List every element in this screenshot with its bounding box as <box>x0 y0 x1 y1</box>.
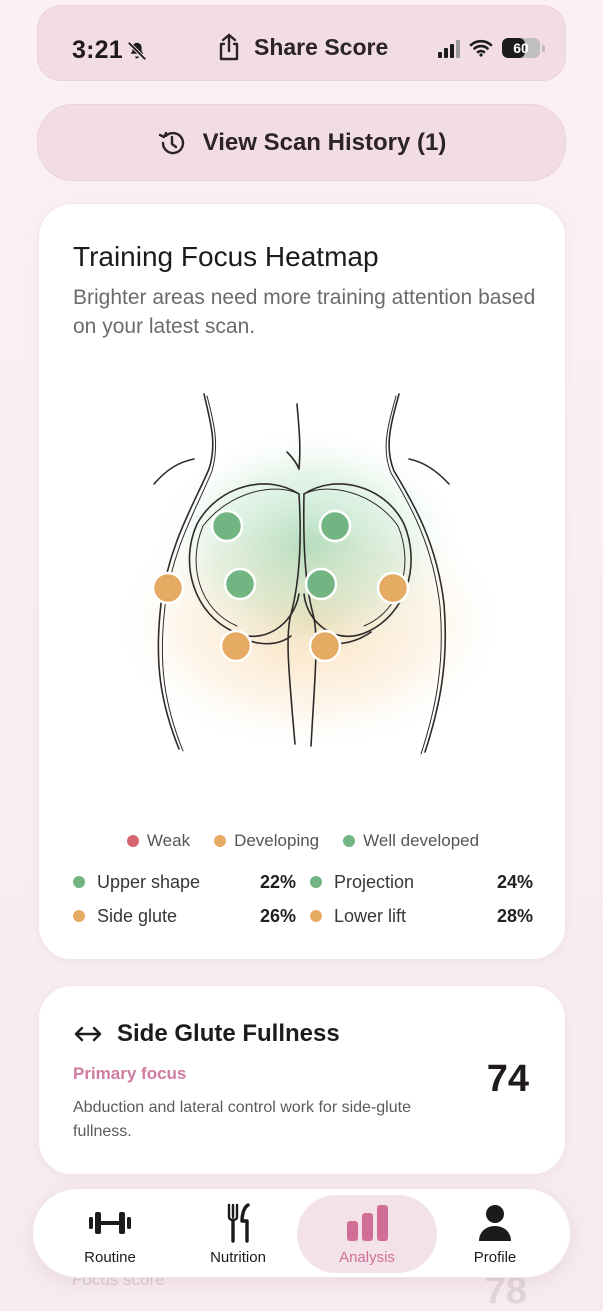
nav-label: Routine <box>84 1248 136 1266</box>
nav-label: Nutrition <box>210 1248 266 1266</box>
legend-label: Well developed <box>363 831 480 850</box>
heatmap-legend: Weak Developing Well developed <box>39 831 567 851</box>
heat-dot-lower-left <box>219 629 253 663</box>
share-icon <box>219 33 239 61</box>
stat-value: 28% <box>496 905 533 926</box>
heatmap-card: Training Focus Heatmap Brighter areas ne… <box>38 203 566 960</box>
dumbbell-icon <box>89 1211 131 1234</box>
clock: 3:21 <box>72 36 148 65</box>
share-score-label: Share Score <box>254 33 389 60</box>
stat-lower-lift: Lower lift 28% <box>310 906 533 926</box>
legend-dot <box>126 835 139 847</box>
stat-upper-shape: Upper shape 22% <box>73 872 296 892</box>
battery-icon: 60 <box>502 38 540 58</box>
nav-item-routine[interactable]: Routine <box>57 1195 163 1273</box>
bar-chart-icon <box>347 1204 388 1241</box>
focus-card-score: 74 <box>486 1058 529 1100</box>
stat-side-glute: Side glute 26% <box>73 906 296 926</box>
stat-name: Lower lift <box>334 905 407 926</box>
legend-dot <box>214 835 227 847</box>
person-icon <box>479 1204 511 1241</box>
focus-card-header: Side Glute Fullness <box>73 1020 340 1048</box>
focus-card-title: Side Glute Fullness <box>117 1020 340 1047</box>
area-stats: Upper shape 22% Projection 24% Side glut… <box>73 872 533 926</box>
heat-dot-side-left <box>151 571 185 605</box>
focus-card-side-glute[interactable]: Side Glute Fullness Primary focus Abduct… <box>38 985 566 1175</box>
wifi-icon <box>469 39 493 57</box>
heat-dot-upper-left <box>210 509 244 543</box>
heatmap-title: Training Focus Heatmap <box>73 241 379 272</box>
stat-dot <box>310 876 322 888</box>
nav-label: Profile <box>473 1248 517 1266</box>
top-bar: 3:21 Share Score 60 <box>37 5 566 81</box>
stat-name: Upper shape <box>97 871 201 892</box>
bottom-nav: Routine Nutrition Analysis Profile <box>32 1188 571 1278</box>
heat-dot-side-right <box>376 571 410 605</box>
heat-dot-lower-right <box>308 629 342 663</box>
stat-value: 24% <box>496 871 533 892</box>
stat-name: Projection <box>334 871 415 892</box>
nav-item-analysis[interactable]: Analysis <box>297 1195 437 1273</box>
heat-dot-projection-right <box>304 567 338 601</box>
nav-item-profile[interactable]: Profile <box>443 1195 547 1273</box>
stat-name: Side glute <box>97 905 178 926</box>
stat-value: 22% <box>259 871 296 892</box>
bell-muted-icon <box>127 40 147 61</box>
stat-dot <box>310 910 322 922</box>
heat-dot-upper-right <box>318 509 352 543</box>
stat-value: 26% <box>259 905 296 926</box>
battery-tip <box>542 44 545 52</box>
heatmap-subtitle: Brighter areas need more training attent… <box>73 286 536 338</box>
clock-text: 3:21 <box>72 36 123 64</box>
signal-icon <box>438 38 460 58</box>
history-icon <box>158 131 184 154</box>
focus-card-tag: Primary focus <box>73 1064 187 1083</box>
heat-dot-projection-left <box>223 567 257 601</box>
system-icons: 60 <box>438 38 545 58</box>
legend-item-weak: Weak <box>126 831 191 851</box>
view-scan-history-label: View Scan History (1) <box>202 128 447 156</box>
stat-dot <box>73 910 85 922</box>
fork-knife-icon <box>227 1202 250 1243</box>
view-scan-history-button[interactable]: View Scan History (1) <box>37 104 566 181</box>
body-heatmap-figure <box>109 393 509 755</box>
battery-level: 60 <box>513 40 529 56</box>
legend-label: Developing <box>234 831 320 850</box>
legend-item-developing: Developing <box>214 831 319 851</box>
focus-card-description: Abduction and lateral control work for s… <box>73 1099 411 1140</box>
nav-label: Analysis <box>339 1248 395 1266</box>
legend-dot <box>343 835 356 847</box>
nav-item-nutrition[interactable]: Nutrition <box>183 1195 293 1273</box>
stat-dot <box>73 876 85 888</box>
arrows-horizontal-icon <box>74 1026 102 1042</box>
legend-label: Weak <box>146 831 191 850</box>
legend-item-well-developed: Well developed <box>343 831 479 851</box>
stat-projection: Projection 24% <box>310 872 533 892</box>
share-score-button[interactable]: Share Score <box>216 32 388 62</box>
